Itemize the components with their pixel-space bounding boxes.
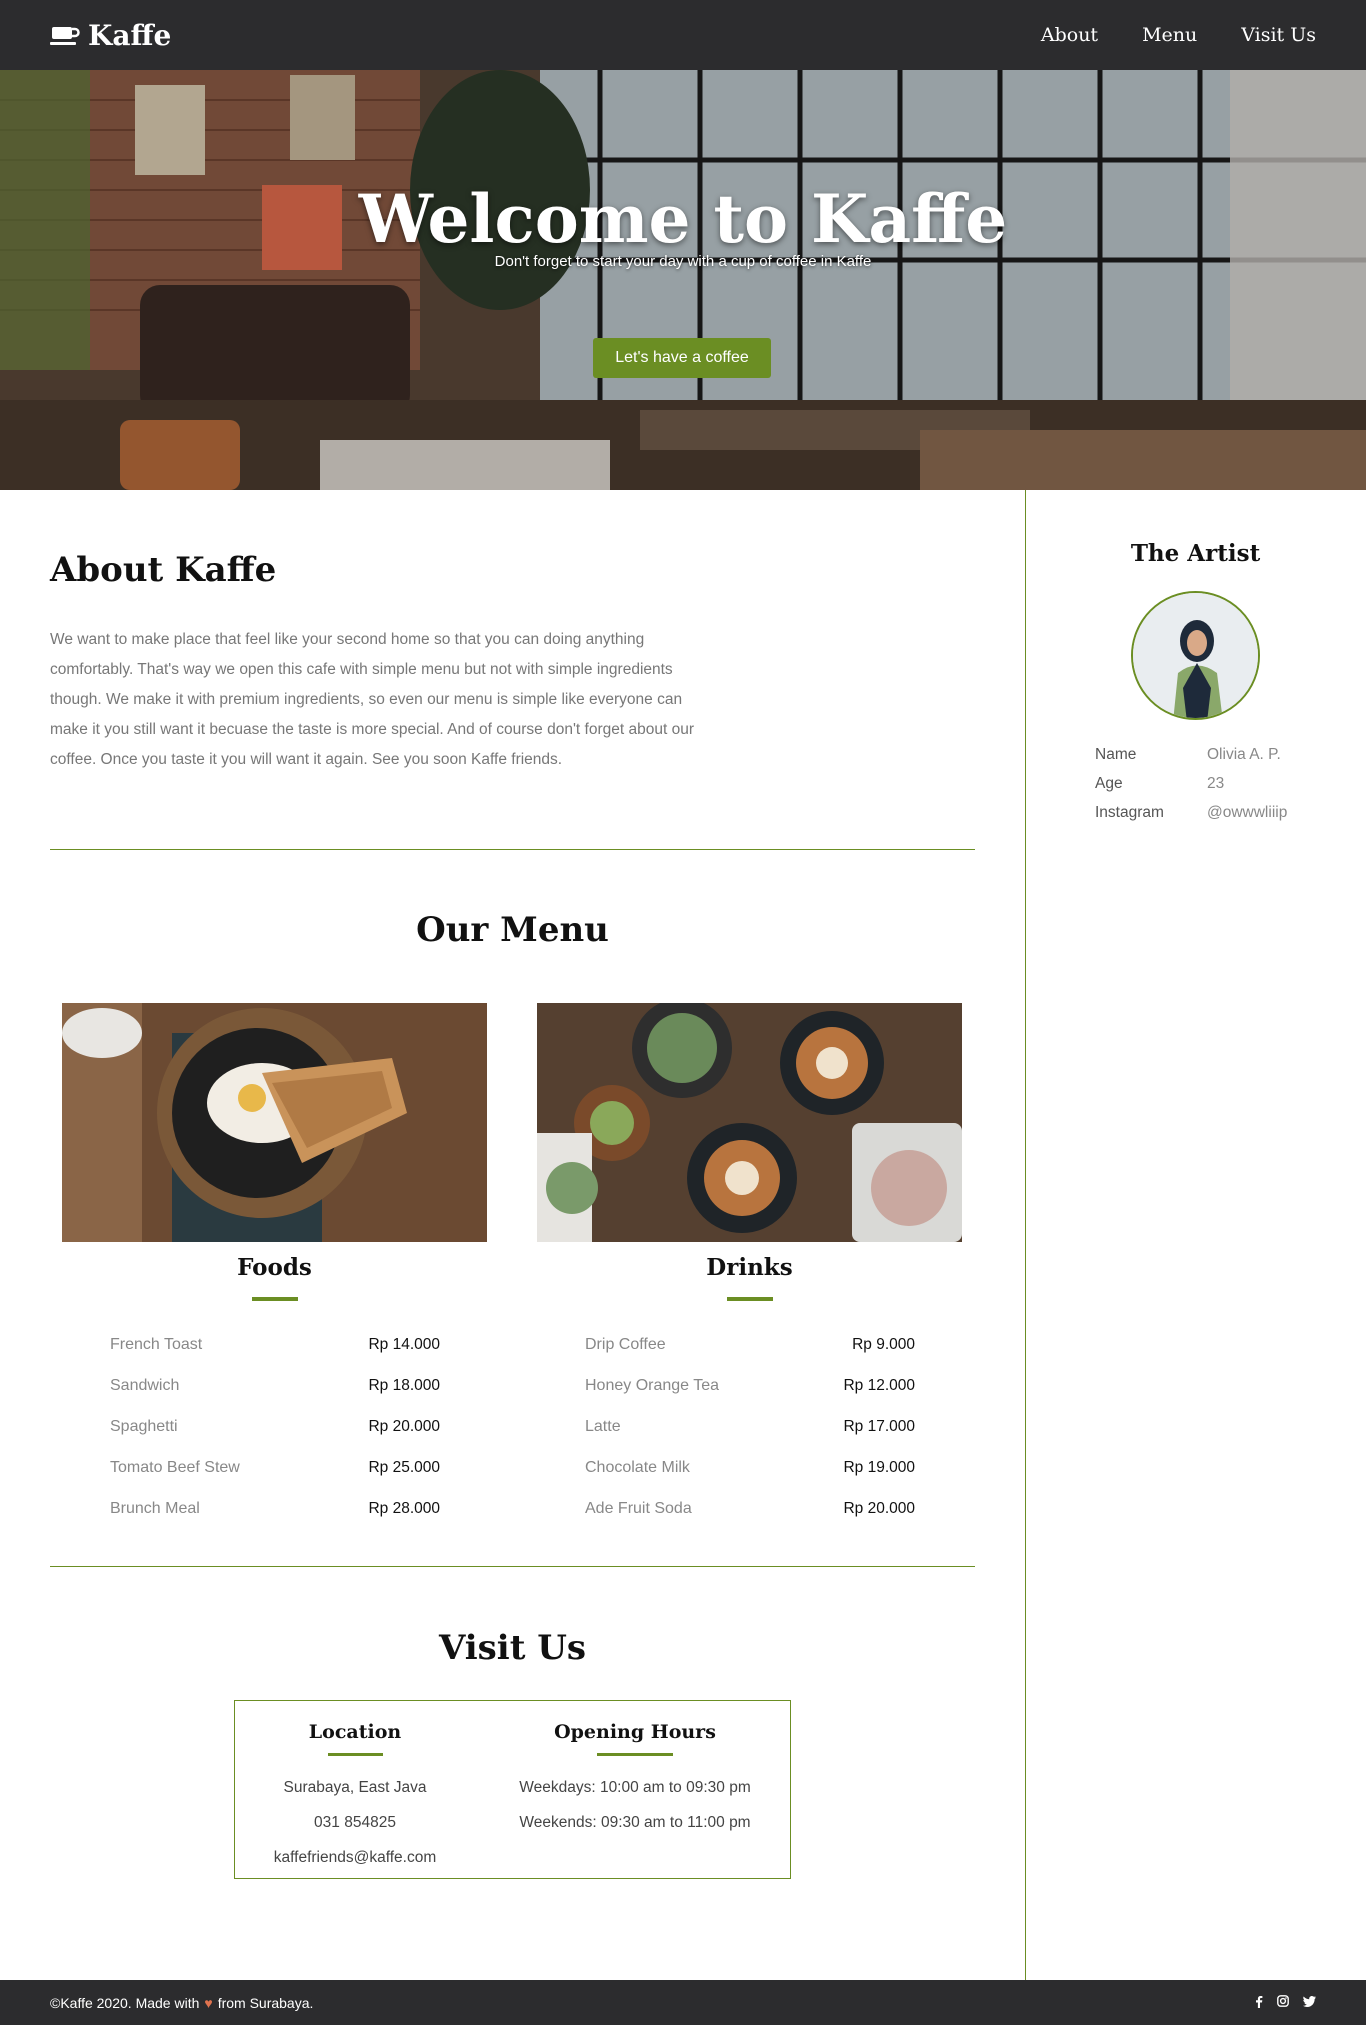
menu-item-row: Spaghetti Rp 20.000 (110, 1412, 440, 1442)
artist-info-value: 23 (1207, 775, 1225, 792)
hours-weekends: Weekends: 09:30 am to 11:00 pm (519, 1814, 751, 1831)
artist-info-value: Olivia A. P. (1207, 746, 1281, 763)
menu-item-name: Tomato Beef Stew (110, 1459, 240, 1476)
heart-icon: ♥ (204, 1994, 213, 2011)
menu-item-row: French Toast Rp 14.000 (110, 1330, 440, 1360)
menu-item-price: Rp 18.000 (368, 1377, 440, 1394)
menu-item-name: Brunch Meal (110, 1500, 200, 1517)
menu-item-price: Rp 28.000 (368, 1500, 440, 1517)
foods-image (62, 1003, 487, 1242)
menu-item-row: Honey Orange Tea Rp 12.000 (585, 1371, 915, 1401)
sidebar-divider (1025, 490, 1026, 1980)
hero-title: Welcome to Kaffe (358, 180, 1008, 258)
hero-banner: Welcome to Kaffe Don't forget to start y… (0, 70, 1366, 490)
artist-info-row: Age 23 (1095, 775, 1224, 799)
brand-name: Kaffe (88, 18, 172, 52)
social-links (1241, 1980, 1316, 2025)
about-text: We want to make place that feel like you… (50, 631, 694, 768)
drinks-underline (727, 1297, 773, 1301)
menu-item-price: Rp 20.000 (843, 1500, 915, 1517)
menu-item-row: Sandwich Rp 18.000 (110, 1371, 440, 1401)
nav-menu-link[interactable]: Menu (1142, 24, 1197, 46)
menu-item-name: Sandwich (110, 1377, 180, 1394)
drinks-category-title: Drinks (706, 1254, 793, 1281)
hours-column: Opening Hours Weekdays: 10:00 am to 09:3… (505, 1701, 765, 1840)
menu-divider (50, 1566, 975, 1567)
artist-avatar (1131, 591, 1260, 720)
footer-copyright: ©Kaffe 2020. Made with ♥ from Surabaya. (50, 1980, 313, 2025)
artist-info-key: Age (1095, 775, 1123, 792)
menu-item-price: Rp 25.000 (368, 1459, 440, 1476)
artist-info-row: Name Olivia A. P. (1095, 746, 1281, 770)
hours-underline (597, 1753, 673, 1756)
visit-info-box: Location Surabaya, East Java 031 854825 … (234, 1700, 791, 1879)
location-title: Location (308, 1721, 402, 1743)
menu-item-price: Rp 12.000 (843, 1377, 915, 1394)
menu-item-price: Rp 14.000 (368, 1336, 440, 1353)
menu-item-price: Rp 9.000 (852, 1336, 915, 1353)
twitter-icon[interactable] (1303, 1995, 1316, 2010)
foods-underline (252, 1297, 298, 1301)
nav-links: About Menu Visit Us (997, 0, 1316, 70)
menu-item-row: Tomato Beef Stew Rp 25.000 (110, 1453, 440, 1483)
visit-title: Visit Us (438, 1628, 587, 1668)
location-email[interactable]: kaffefriends@kaffe.com (255, 1840, 455, 1875)
location-city: Surabaya, East Java (283, 1779, 427, 1796)
hours-title: Opening Hours (554, 1721, 716, 1743)
hours-weekdays: Weekdays: 10:00 am to 09:30 pm (519, 1779, 751, 1796)
footer-copy-after: from Surabaya. (217, 1994, 314, 2011)
hero-cafe-background-image (0, 70, 1366, 490)
navbar: Kaffe About Menu Visit Us (0, 0, 1366, 70)
menu-item-row: Latte Rp 17.000 (585, 1412, 915, 1442)
menu-item-name: Ade Fruit Soda (585, 1500, 692, 1517)
brand-logo[interactable]: Kaffe (50, 15, 171, 55)
about-title: About Kaffe (50, 550, 277, 590)
artist-info-row: Instagram @owwwliiip (1095, 804, 1287, 828)
facebook-icon[interactable] (1255, 1995, 1263, 2011)
menu-item-name: Honey Orange Tea (585, 1377, 720, 1394)
menu-item-name: Chocolate Milk (585, 1459, 690, 1476)
menu-item-name: Drip Coffee (585, 1336, 666, 1353)
hero-subtitle: Don't forget to start your day with a cu… (494, 253, 872, 270)
location-underline (327, 1753, 383, 1756)
drinks-image (537, 1003, 962, 1242)
location-phone: 031 854825 (314, 1814, 396, 1831)
menu-item-price: Rp 17.000 (843, 1418, 915, 1435)
menu-item-name: Spaghetti (110, 1418, 178, 1435)
menu-item-price: Rp 19.000 (843, 1459, 915, 1476)
menu-item-row: Drip Coffee Rp 9.000 (585, 1330, 915, 1360)
location-column: Location Surabaya, East Java 031 854825 … (255, 1701, 455, 1875)
instagram-icon[interactable] (1277, 1995, 1289, 2010)
coffee-cup-icon (50, 27, 80, 45)
menu-item-name: Latte (585, 1418, 621, 1435)
nav-visit-link[interactable]: Visit Us (1241, 24, 1316, 46)
menu-item-row: Chocolate Milk Rp 19.000 (585, 1453, 915, 1483)
menu-item-row: Ade Fruit Soda Rp 20.000 (585, 1494, 915, 1524)
menu-item-name: French Toast (110, 1336, 203, 1353)
menu-title: Our Menu (416, 910, 609, 950)
artist-info-key: Instagram (1095, 804, 1164, 821)
artist-info-value[interactable]: @owwwliiip (1207, 804, 1287, 828)
foods-category-title: Foods (237, 1254, 312, 1281)
menu-item-price: Rp 20.000 (368, 1418, 440, 1435)
lets-have-coffee-button[interactable]: Let's have a coffee (593, 338, 771, 378)
footer-copy-before: ©Kaffe 2020. Made with (50, 1994, 200, 2011)
nav-about-link[interactable]: About (1041, 24, 1098, 46)
artist-title: The Artist (1130, 540, 1261, 567)
footer: ©Kaffe 2020. Made with ♥ from Surabaya. (0, 1980, 1366, 2025)
menu-item-row: Brunch Meal Rp 28.000 (110, 1494, 440, 1524)
artist-info-key: Name (1095, 746, 1137, 763)
about-divider (50, 849, 975, 850)
